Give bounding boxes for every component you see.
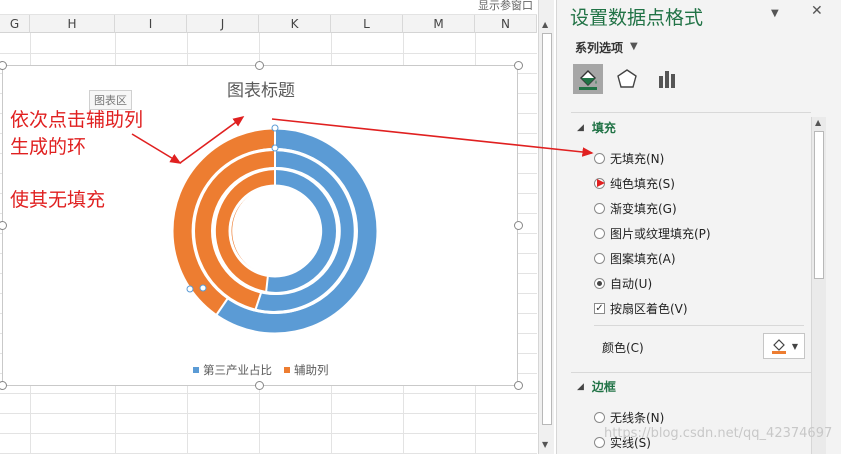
scroll-down-icon[interactable]: ▼ [542,440,548,449]
column-header-n[interactable]: N [475,15,537,33]
resize-handle-tr[interactable] [514,61,523,70]
top-strip: 显示参窗口 [0,0,537,14]
annotation-line3: 使其无填充 [10,189,106,211]
pane-divider-3 [571,372,811,373]
legend-item-series1[interactable]: 第三产业占比 [193,362,272,378]
column-header-g[interactable]: G [0,15,30,33]
legend-swatch-orange [284,367,290,373]
chevron-down-icon: ▼ [791,341,799,351]
option-automatic[interactable]: 自动(U) [594,275,652,292]
option-vary-colors[interactable]: ✓ 按扇区着色(V) [594,300,688,317]
radio-pattern-fill[interactable] [594,253,605,264]
annotation-line2: 生成的环 [10,136,87,158]
fill-color-picker-button[interactable]: ▼ [763,333,805,359]
sheet-vertical-scrollbar[interactable]: ▲ ▼ [538,0,554,454]
checkbox-vary-colors[interactable]: ✓ [594,303,605,314]
grid-row-line [0,433,537,434]
column-header-j[interactable]: J [187,15,259,33]
collapse-triangle-icon: ◢ [577,381,584,392]
radio-automatic[interactable] [594,278,605,289]
pane-divider-2 [594,325,804,326]
pane-title: 设置数据点格式 [570,7,704,29]
color-label: 颜色(C) [602,341,644,355]
paint-bucket-icon [771,339,786,354]
legend-label-series1: 第三产业占比 [203,363,272,377]
option-picture-fill-label: 图片或纹理填充(P) [610,227,711,241]
option-picture-fill[interactable]: 图片或纹理填充(P) [594,225,711,242]
column-header-row: G H I J K L M N [0,14,537,33]
radio-no-line[interactable] [594,412,605,423]
pointer-marker-icon [597,179,605,187]
option-no-line-label: 无线条(N) [610,411,665,425]
resize-handle-bl[interactable] [0,381,7,390]
radio-no-fill[interactable] [594,153,605,164]
column-header-m[interactable]: M [403,15,475,33]
option-automatic-label: 自动(U) [610,277,653,291]
option-gradient-fill-label: 渐变填充(G) [610,202,677,216]
legend-label-series2: 辅助列 [294,363,329,377]
option-no-fill[interactable]: 无填充(N) [594,150,664,167]
pane-divider [571,112,811,113]
fill-line-icon[interactable] [573,64,603,94]
option-solid-fill-label: 纯色填充(S) [610,177,675,191]
border-section-header[interactable]: ◢ 边框 [577,378,616,395]
collapse-triangle-icon: ◢ [577,122,584,133]
fill-section-header[interactable]: ◢ 填充 [577,119,616,136]
worksheet[interactable]: 显示参窗口 G H I J K L M N 图表标题 图表区 第三产业占比 辅助… [0,0,537,454]
column-header-l[interactable]: L [331,15,403,33]
option-no-line[interactable]: 无线条(N) [594,409,664,426]
chevron-down-icon[interactable]: ▼ [630,41,638,52]
column-header-i[interactable]: I [115,15,187,33]
pane-scroll-thumb[interactable] [814,131,824,279]
border-section-label: 边框 [591,380,616,394]
grid-row-line [0,53,537,54]
pane-options-dropdown-icon[interactable]: ▼ [771,8,779,19]
option-solid-fill[interactable]: 纯色填充(S) [594,175,675,192]
resize-handle-br[interactable] [514,381,523,390]
column-header-h[interactable]: H [30,15,115,33]
close-icon[interactable]: ✕ [811,3,823,19]
watermark: https://blog.csdn.net/qq_42374697 [604,426,833,441]
option-vary-colors-label: 按扇区着色(V) [610,302,688,316]
option-no-fill-label: 无填充(N) [610,152,665,166]
chart-legend[interactable]: 第三产业占比 辅助列 [193,362,329,378]
column-header-k[interactable]: K [259,15,331,33]
resize-handle-bc[interactable] [255,381,264,390]
resize-handle-mr[interactable] [514,221,523,230]
grid-row-line [0,393,537,394]
series-options-label[interactable]: 系列选项 [575,39,623,56]
grid-row-line [0,413,537,414]
pentagon-effects-icon[interactable] [612,64,642,94]
bar-chart-series-icon[interactable] [652,64,682,94]
pane-vertical-scrollbar[interactable]: ▲ [811,117,826,454]
annotation-line1: 依次点击辅助列 [10,109,144,131]
option-pattern-fill-label: 图案填充(A) [610,252,676,266]
fill-section-label: 填充 [591,121,616,135]
option-gradient-fill[interactable]: 渐变填充(G) [594,200,677,217]
scroll-up-icon[interactable]: ▲ [815,118,821,127]
format-data-point-pane: 设置数据点格式 ▼ ✕ 系列选项 ▼ ◢ 填充 无填充(N) 纯色填充(S) 渐… [556,0,841,454]
scroll-up-icon[interactable]: ▲ [542,20,548,29]
legend-swatch-blue [193,367,199,373]
show-window-label[interactable]: 显示参窗口 [478,0,533,13]
radio-gradient-fill[interactable] [594,203,605,214]
resize-handle-tc[interactable] [255,61,264,70]
sheet-scroll-thumb[interactable] [542,33,552,425]
legend-item-series2[interactable]: 辅助列 [284,362,329,378]
option-pattern-fill[interactable]: 图案填充(A) [594,250,676,267]
radio-picture-fill[interactable] [594,228,605,239]
